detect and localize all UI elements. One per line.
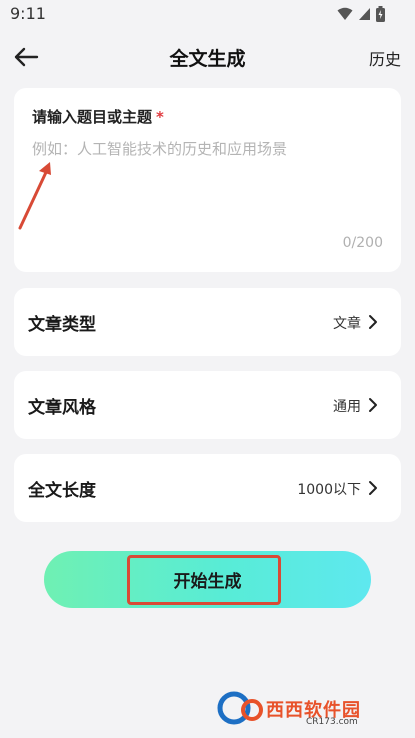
status-time: 9:11 (10, 4, 46, 23)
start-generate-label: 开始生成 (173, 572, 242, 592)
char-count: 0/200 (342, 235, 383, 251)
topic-input[interactable] (32, 138, 382, 228)
topic-card: 请输入题目或主题* 0/200 (14, 88, 401, 272)
start-generate-button[interactable]: 开始生成 (44, 551, 371, 608)
status-bar: 9:11 (0, 0, 415, 30)
watermark-subtext: CR173.com (306, 717, 358, 727)
article-type-option[interactable]: 文章类型 文章 (14, 288, 401, 356)
article-length-label: 全文长度 (28, 481, 96, 501)
article-type-label: 文章类型 (28, 315, 96, 335)
topic-label: 请输入题目或主题 * (32, 106, 164, 127)
chevron-right-icon (369, 481, 377, 495)
watermark-emblem-icon (217, 691, 263, 725)
required-mark: * (156, 108, 164, 126)
article-type-value: 文章 (333, 316, 361, 332)
article-style-option[interactable]: 文章风格 通用 (14, 371, 401, 439)
chevron-right-icon (369, 398, 377, 412)
article-style-label: 文章风格 (28, 398, 96, 418)
page-title: 全文生成 (169, 48, 246, 70)
article-length-value: 1000以下 (297, 482, 361, 498)
chevron-right-icon (369, 315, 377, 329)
header: 全文生成 历史 (0, 36, 415, 78)
status-icons (337, 6, 385, 22)
signal-icon (359, 8, 370, 20)
battery-icon (376, 6, 385, 22)
article-style-value: 通用 (333, 399, 361, 415)
wifi-icon (337, 7, 353, 20)
article-length-option[interactable]: 全文长度 1000以下 (14, 454, 401, 522)
history-button[interactable]: 历史 (369, 46, 401, 70)
watermark-logo: 西西软件园 CR173.com (214, 688, 404, 728)
topic-label-text: 请输入题目或主题 (32, 108, 153, 126)
